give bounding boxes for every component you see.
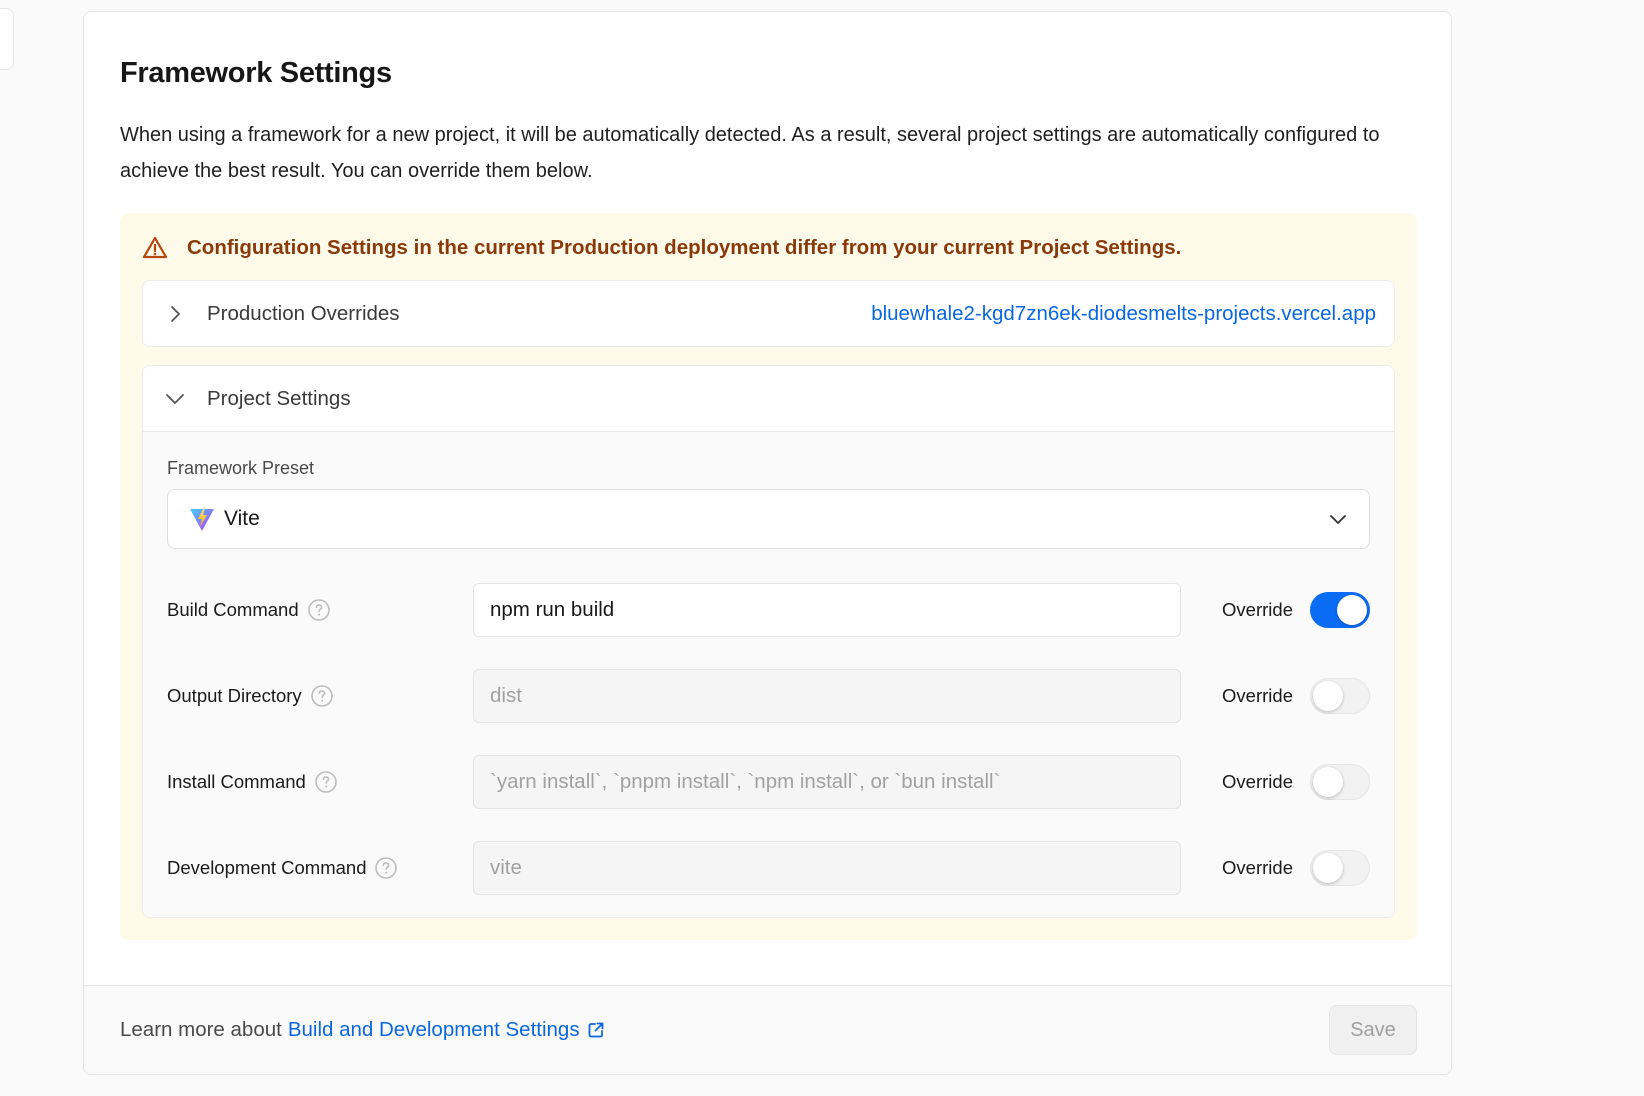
build-command-row: Build Command Override [167, 583, 1370, 637]
project-settings-content: Framework Preset Vite Build Command npm … [143, 431, 1394, 917]
build-command-label: Build Command [167, 599, 299, 620]
build-command-override-toggle[interactable] [1310, 592, 1370, 628]
output-directory-label-wrap: Output Directory [167, 684, 473, 708]
build-command-override: Override [1222, 592, 1370, 628]
framework-settings-card: Framework Settings When using a framewor… [83, 11, 1452, 1075]
development-command-override: Override [1222, 850, 1370, 886]
development-command-row: Development Command Override [167, 841, 1370, 895]
override-label: Override [1222, 857, 1293, 878]
chevron-right-icon [165, 304, 185, 324]
install-command-label: Install Command [167, 771, 306, 792]
override-label: Override [1222, 685, 1293, 706]
vite-logo-icon [188, 505, 216, 533]
production-overrides-panel: Production Overrides bluewhale2-kgd7zn6e… [142, 280, 1395, 347]
development-command-override-toggle[interactable] [1310, 850, 1370, 886]
learn-more-prefix: Learn more about [120, 1018, 282, 1041]
chevron-down-icon [1327, 508, 1349, 530]
install-command-row: Install Command Override [167, 755, 1370, 809]
help-icon[interactable] [307, 598, 331, 622]
output-directory-override: Override [1222, 678, 1370, 714]
install-command-input[interactable] [473, 755, 1181, 809]
output-directory-label: Output Directory [167, 685, 302, 706]
warning-triangle-icon [142, 235, 168, 261]
install-command-override-toggle[interactable] [1310, 764, 1370, 800]
chevron-down-icon [165, 389, 185, 409]
framework-preset-value: Vite [224, 507, 260, 530]
toggle-knob [1313, 853, 1343, 883]
framework-preset-label: Framework Preset [167, 458, 315, 478]
side-panel-edge [0, 8, 14, 70]
build-settings-docs-link[interactable]: Build and Development Settings [288, 1018, 580, 1042]
project-settings-panel: Project Settings Framework Preset Vite B… [142, 365, 1395, 918]
production-overrides-label: Production Overrides [207, 301, 400, 325]
development-command-input[interactable] [473, 841, 1181, 895]
development-command-label-wrap: Development Command [167, 856, 473, 880]
output-directory-input[interactable] [473, 669, 1181, 723]
card-footer: Learn more about Build and Development S… [84, 985, 1451, 1074]
save-button[interactable]: Save [1329, 1005, 1417, 1055]
build-command-input[interactable] [473, 583, 1181, 637]
development-command-label: Development Command [167, 857, 367, 878]
production-overrides-toggle[interactable]: Production Overrides bluewhale2-kgd7zn6e… [143, 281, 1394, 346]
override-label: Override [1222, 771, 1293, 792]
override-label: Override [1222, 599, 1293, 620]
install-command-override: Override [1222, 764, 1370, 800]
external-link-icon [587, 1021, 605, 1039]
config-mismatch-warning: Configuration Settings in the current Pr… [120, 213, 1417, 940]
project-settings-toggle[interactable]: Project Settings [143, 366, 1394, 431]
learn-more-text: Learn more about Build and Development S… [120, 1018, 605, 1042]
output-directory-override-toggle[interactable] [1310, 678, 1370, 714]
help-icon[interactable] [310, 684, 334, 708]
warning-text: Configuration Settings in the current Pr… [187, 236, 1182, 259]
toggle-knob [1337, 595, 1367, 625]
deployment-link[interactable]: bluewhale2-kgd7zn6ek-diodesmelts-project… [871, 302, 1376, 326]
toggle-knob [1313, 767, 1343, 797]
help-icon[interactable] [374, 856, 398, 880]
project-settings-label: Project Settings [207, 386, 351, 410]
build-command-label-wrap: Build Command [167, 598, 473, 622]
help-icon[interactable] [314, 770, 338, 794]
toggle-knob [1313, 681, 1343, 711]
section-description: When using a framework for a new project… [120, 124, 1380, 182]
section-title: Framework Settings [120, 57, 392, 89]
output-directory-row: Output Directory Override [167, 669, 1370, 723]
framework-preset-select[interactable]: Vite [167, 489, 1370, 549]
install-command-label-wrap: Install Command [167, 770, 473, 794]
